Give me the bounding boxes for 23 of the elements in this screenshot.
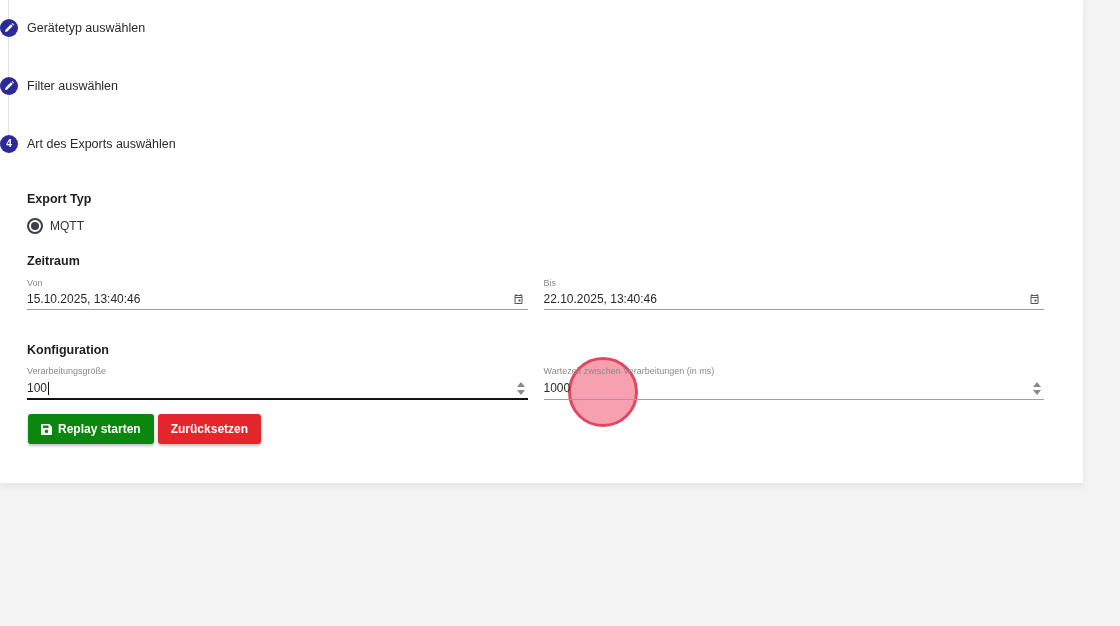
reset-button[interactable]: Zurücksetzen <box>157 414 262 444</box>
replay-start-button[interactable]: Replay starten <box>28 414 154 444</box>
spinner-arrows-icon <box>1033 381 1041 395</box>
section-heading: Zeitraum <box>27 253 80 269</box>
text-cursor-icon <box>48 381 50 395</box>
radio-button[interactable] <box>27 218 43 234</box>
section-heading: Export Typ <box>27 191 92 207</box>
calendar-icon <box>513 294 523 304</box>
field-label: Von <box>27 277 43 289</box>
step-label[interactable]: Art des Exports auswählen <box>27 134 176 154</box>
number-field[interactable]: 100 <box>27 379 528 400</box>
spinner-arrows-icon <box>516 381 525 395</box>
option-label: MQTT <box>50 218 84 234</box>
step-label[interactable]: Gerätetyp auswählen <box>27 18 146 38</box>
step-number: 4 <box>0 135 18 153</box>
date-field[interactable]: 15.10.2025, 13:40:46 <box>27 291 528 310</box>
section-heading: Konfiguration <box>27 342 109 358</box>
date-field[interactable]: 22.10.2025, 13:40:46 <box>543 291 1044 310</box>
calendar-icon <box>1030 294 1039 304</box>
field-label: Verarbeitungsgröße <box>27 365 107 377</box>
save-icon <box>41 423 52 435</box>
step-label[interactable]: Filter auswählen <box>27 76 118 96</box>
field-label: Bis <box>543 277 556 289</box>
